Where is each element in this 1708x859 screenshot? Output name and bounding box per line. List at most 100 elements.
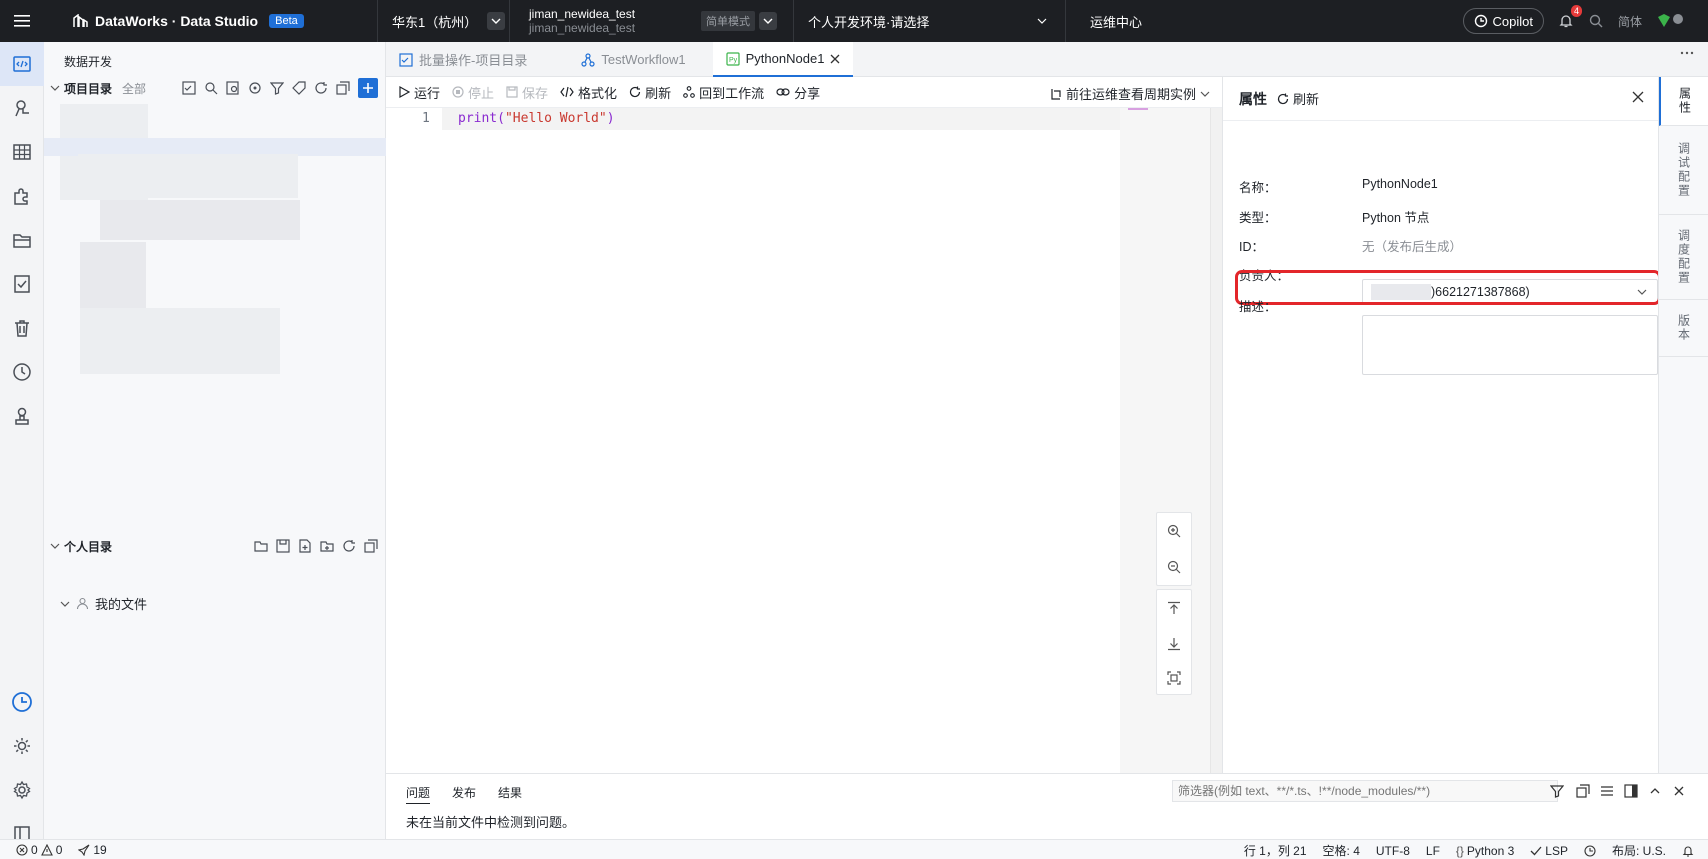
run-button[interactable]: 运行 <box>398 83 440 102</box>
lsp-label: LSP <box>1545 843 1568 858</box>
tab-properties[interactable]: 属性 <box>1659 77 1708 126</box>
chevron-down-icon <box>1037 18 1047 24</box>
list-view-icon[interactable] <box>1600 784 1614 798</box>
close-icon[interactable] <box>830 54 840 64</box>
menu-icon[interactable] <box>0 0 44 42</box>
resource-nav[interactable] <box>0 218 44 262</box>
language-mode[interactable]: {} Python 3 <box>1456 844 1514 858</box>
tab-batch-ops[interactable]: 批量操作-项目目录 <box>386 42 540 77</box>
collapse-all-icon[interactable] <box>1576 784 1590 798</box>
copilot-nav[interactable] <box>0 680 44 724</box>
tab-schedule-config[interactable]: 调度配置 <box>1659 215 1708 300</box>
chevron-down-icon[interactable] <box>487 12 506 30</box>
code-line[interactable]: print("Hello World") <box>458 111 615 126</box>
collapse-all-icon[interactable] <box>364 539 378 553</box>
table-nav[interactable] <box>0 130 44 174</box>
zoom-out-button[interactable] <box>1157 549 1191 585</box>
tab-python-node[interactable]: Py PythonNode1 <box>712 42 854 77</box>
keyboard-layout[interactable]: 布局: U.S. <box>1612 842 1666 859</box>
scroll-top-button[interactable] <box>1157 590 1191 626</box>
product-logo[interactable]: DataWorks · Data Studio Beta <box>44 13 377 29</box>
user-avatar-icon[interactable] <box>1656 12 1686 30</box>
tab-version[interactable]: 版本 <box>1659 300 1708 357</box>
collapse-all-icon[interactable] <box>336 81 350 95</box>
recycle-nav[interactable] <box>0 306 44 350</box>
chevron-up-icon[interactable] <box>1648 784 1662 798</box>
tab-workflow[interactable]: TestWorkflow1 <box>568 42 698 77</box>
history-nav[interactable] <box>0 350 44 394</box>
properties-refresh-button[interactable]: 刷新 <box>1277 89 1319 108</box>
search-icon[interactable] <box>1588 13 1604 29</box>
lsp-status[interactable]: LSP <box>1530 844 1568 858</box>
tab-results[interactable]: 结果 <box>498 784 522 804</box>
env-selector[interactable]: 个人开发环境·请选择 <box>793 0 1065 42</box>
description-textarea[interactable] <box>1362 315 1658 375</box>
goto-ops-button[interactable]: 前往运维查看周期实例 <box>1050 84 1210 103</box>
close-icon[interactable] <box>1672 784 1686 798</box>
share-button[interactable]: 分享 <box>776 83 820 102</box>
add-folder-icon[interactable] <box>320 539 334 553</box>
format-button[interactable]: 格式化 <box>560 83 617 102</box>
zoom-in-button[interactable] <box>1157 513 1191 549</box>
stop-button[interactable]: 停止 <box>452 83 494 102</box>
notification-badge: 4 <box>1570 5 1582 17</box>
save-button[interactable]: 保存 <box>506 83 548 102</box>
back-to-workflow-button[interactable]: 回到工作流 <box>683 83 764 102</box>
indent-setting[interactable]: 空格: 4 <box>1323 842 1360 859</box>
panel-layout-icon[interactable] <box>1624 784 1638 798</box>
user-nav[interactable] <box>0 394 44 438</box>
vertical-scrollbar[interactable] <box>1210 108 1222 773</box>
mode-badge[interactable]: 简单模式 <box>701 11 755 31</box>
new-folder-icon[interactable] <box>254 539 268 553</box>
eol-setting[interactable]: LF <box>1426 844 1440 858</box>
more-icon[interactable] <box>1680 51 1694 55</box>
tab-publish[interactable]: 发布 <box>452 784 476 804</box>
my-files-node[interactable]: 我的文件 <box>60 594 147 613</box>
bell-icon[interactable] <box>1682 845 1694 857</box>
copilot-button[interactable]: Copilot <box>1462 8 1544 34</box>
fit-view-button[interactable] <box>1157 662 1191 694</box>
cursor-position[interactable]: 行 1，列 21 <box>1244 842 1307 859</box>
component-nav[interactable] <box>0 174 44 218</box>
refresh-icon[interactable] <box>314 81 328 95</box>
close-icon[interactable] <box>1632 91 1644 103</box>
new-file-icon[interactable] <box>298 539 312 553</box>
tab-label: TestWorkflow1 <box>601 52 686 67</box>
settings-nav[interactable] <box>0 768 44 812</box>
code-editor[interactable]: 1 print("Hello World") <box>386 108 1222 138</box>
filter-icon[interactable] <box>270 81 284 95</box>
scroll-bottom-button[interactable] <box>1157 626 1191 662</box>
save-icon[interactable] <box>276 539 290 553</box>
language-switch[interactable]: 简体 <box>1618 13 1642 30</box>
tab-problems[interactable]: 问题 <box>406 784 431 804</box>
personal-dir-header[interactable]: 个人目录 <box>44 535 386 557</box>
data-dev-nav[interactable] <box>0 42 44 86</box>
data-map-nav[interactable] <box>0 86 44 130</box>
workspace-selector[interactable]: jiman_newidea_test jiman_newidea_test 简单… <box>509 0 793 42</box>
tab-debug-config[interactable]: 调试配置 <box>1659 126 1708 215</box>
save-icon <box>506 86 518 98</box>
locate-icon[interactable] <box>248 81 262 95</box>
refresh-button[interactable]: 刷新 <box>629 83 671 102</box>
search-icon[interactable] <box>204 81 218 95</box>
add-button[interactable] <box>358 78 378 98</box>
deploy-status[interactable]: 19 <box>78 843 107 857</box>
project-dir-header[interactable]: 项目目录 全部 <box>44 77 386 99</box>
zoom-out-icon <box>1167 560 1181 574</box>
problems-status[interactable]: 0 0 <box>16 843 62 857</box>
problem-filter-input[interactable] <box>1172 780 1558 802</box>
notification-button[interactable]: 4 <box>1558 5 1582 29</box>
ops-center-link[interactable]: 运维中心 <box>1065 0 1142 42</box>
tag-icon[interactable] <box>292 81 306 95</box>
task-nav[interactable] <box>0 262 44 306</box>
chevron-down-icon[interactable] <box>759 12 777 30</box>
refresh-icon[interactable] <box>342 539 356 553</box>
code-search-icon[interactable] <box>226 81 240 95</box>
batch-icon[interactable] <box>182 81 196 95</box>
filter-icon[interactable] <box>1550 784 1564 798</box>
encoding-setting[interactable]: UTF-8 <box>1376 844 1410 858</box>
copilot-status-icon[interactable] <box>1584 844 1596 857</box>
region-selector[interactable]: 华东1（杭州） <box>377 0 509 42</box>
project-filter-label[interactable]: 全部 <box>122 80 146 97</box>
theme-nav[interactable] <box>0 724 44 768</box>
